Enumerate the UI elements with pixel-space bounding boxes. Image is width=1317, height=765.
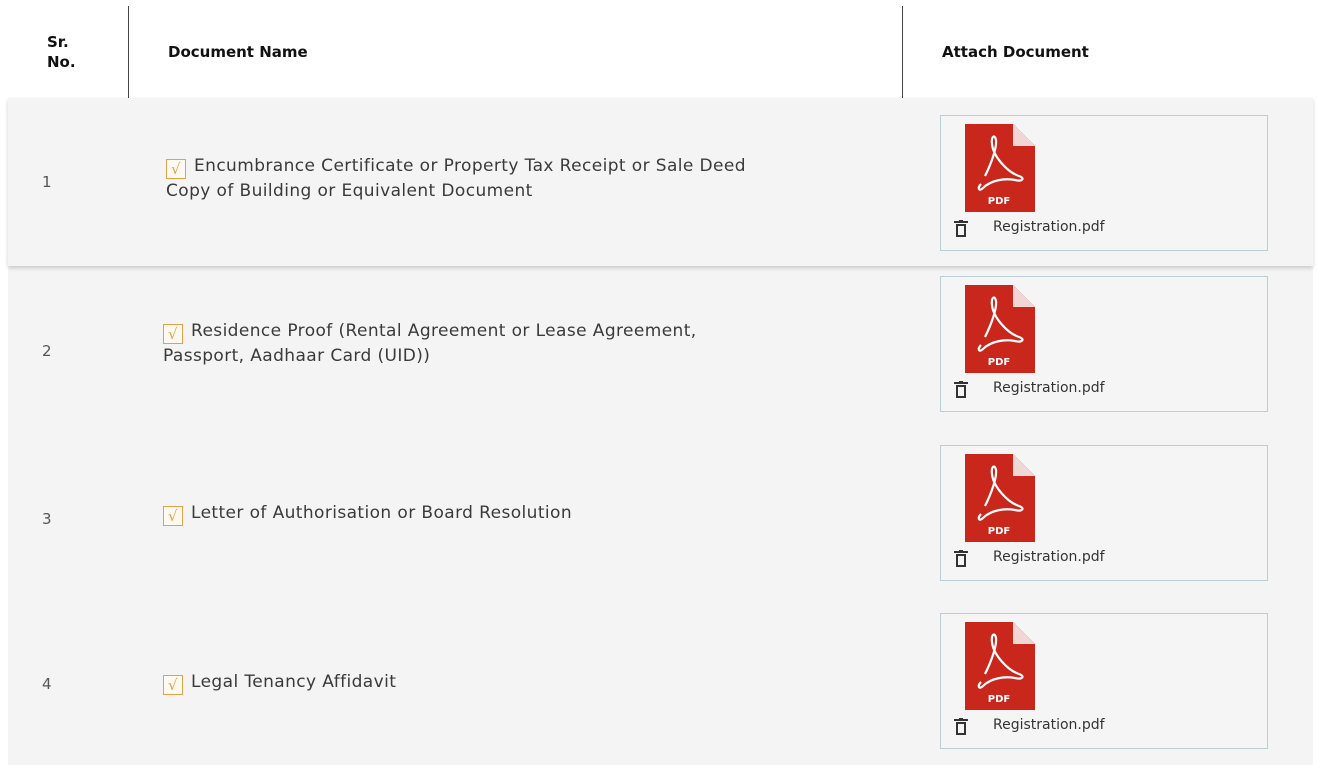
trash-icon[interactable]: [954, 220, 968, 237]
trash-icon[interactable]: [954, 381, 968, 398]
header-sr-no: Sr. No.: [47, 33, 76, 71]
header-attach-document: Attach Document: [942, 43, 1089, 61]
pdf-label: PDF: [988, 357, 1010, 368]
document-name: √ Letter of Authorisation or Board Resolu…: [163, 501, 863, 526]
document-name: √ Residence Proof (Rental Agreement or Le…: [163, 319, 863, 368]
header-document-name: Document Name: [168, 43, 308, 61]
document-name-line: Passport, Aadhaar Card (UID)): [163, 346, 431, 366]
document-name: √ Legal Tenancy Affidavit: [163, 670, 863, 695]
document-name-line: Encumbrance Certificate or Property Tax …: [194, 156, 746, 176]
document-name: √ Encumbrance Certificate or Property Tax…: [166, 154, 866, 203]
document-checkbox[interactable]: √: [163, 675, 183, 695]
attached-file-box[interactable]: PDF Registration.pdf: [940, 445, 1268, 581]
attached-file-box[interactable]: PDF Registration.pdf: [940, 613, 1268, 749]
file-name-link[interactable]: Registration.pdf: [993, 380, 1105, 396]
file-name-link[interactable]: Registration.pdf: [993, 549, 1105, 565]
pdf-label: PDF: [988, 526, 1010, 537]
document-name-line: Residence Proof (Rental Agreement or Lea…: [191, 321, 697, 341]
document-checkbox[interactable]: √: [163, 324, 183, 344]
file-name-link[interactable]: Registration.pdf: [993, 219, 1105, 235]
pdf-label: PDF: [988, 694, 1010, 705]
trash-icon[interactable]: [954, 718, 968, 735]
pdf-icon[interactable]: PDF: [963, 622, 1035, 710]
pdf-label: PDF: [988, 196, 1010, 207]
row-sr-number: 4: [42, 675, 52, 693]
row-sr-number: 3: [42, 510, 52, 528]
document-name-line: Copy of Building or Equivalent Document: [166, 181, 533, 201]
pdf-icon[interactable]: PDF: [963, 454, 1035, 542]
trash-icon[interactable]: [954, 550, 968, 567]
document-checkbox[interactable]: √: [166, 159, 186, 179]
documents-table: Sr. No. Document Name Attach Document 1 …: [8, 6, 1313, 765]
document-name-line: Letter of Authorisation or Board Resolut…: [191, 503, 572, 523]
document-name-line: Legal Tenancy Affidavit: [191, 672, 397, 692]
file-name-link[interactable]: Registration.pdf: [993, 717, 1105, 733]
document-checkbox[interactable]: √: [163, 506, 183, 526]
row-sr-number: 2: [42, 341, 52, 360]
pdf-icon[interactable]: PDF: [963, 124, 1035, 212]
table-row: 4 √ Legal Tenancy Affidavit PDF Registrat…: [8, 603, 1313, 765]
attached-file-box[interactable]: PDF Registration.pdf: [940, 276, 1268, 412]
row-sr-number: 1: [42, 173, 52, 191]
attached-file-box[interactable]: PDF Registration.pdf: [940, 115, 1268, 251]
table-row: 1 √ Encumbrance Certificate or Property T…: [8, 98, 1313, 266]
table-row: 2 √ Residence Proof (Rental Agreement or …: [8, 266, 1313, 435]
table-row: 3 √ Letter of Authorisation or Board Reso…: [8, 435, 1313, 603]
pdf-icon[interactable]: PDF: [963, 285, 1035, 373]
table-header: Sr. No. Document Name Attach Document: [8, 6, 1313, 98]
